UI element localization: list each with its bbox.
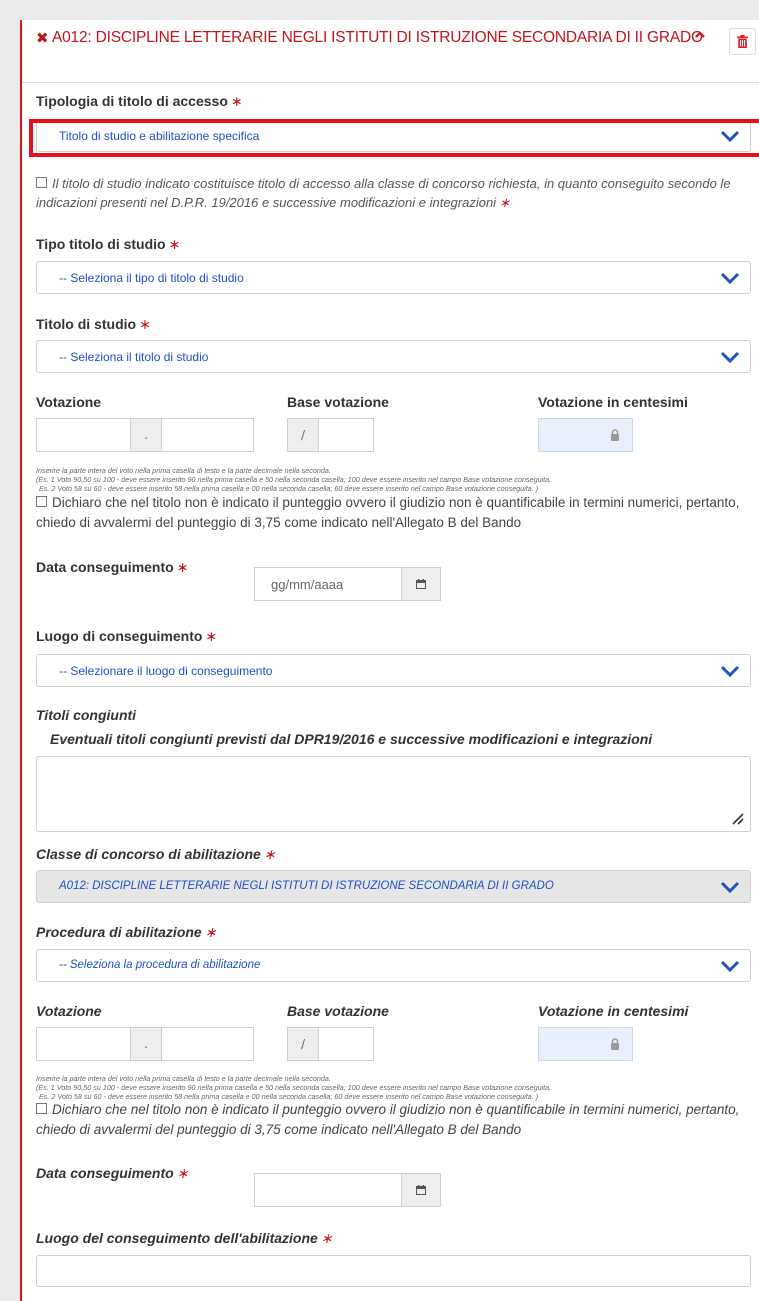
vote2-decimal-input[interactable] (161, 1027, 254, 1061)
trash-icon (737, 35, 748, 48)
procedure-label: Procedura di abilitazione ∗ (36, 924, 217, 940)
joint-titles-sublabel: Eventuali titoli congiunti previsti dal … (50, 731, 653, 747)
vote2-base-input[interactable] (318, 1027, 374, 1061)
date2-input[interactable] (254, 1173, 402, 1207)
chevron-up-icon[interactable] (694, 29, 706, 41)
no-score-checkbox[interactable]: Dichiaro che nel titolo non è indicato i… (36, 493, 751, 533)
class-select[interactable]: A012: DISCIPLINE LETTERARIE NEGLI ISTITU… (36, 870, 751, 903)
class-label: Classe di concorso di abilitazione ∗ (36, 846, 276, 862)
vote2-hundredths-label: Votazione in centesimi (538, 1003, 689, 1019)
required-mark: ∗ (139, 316, 151, 332)
lock-icon (611, 1038, 619, 1050)
vote2-hundredths-field (538, 1027, 633, 1061)
date2-label: Data conseguimento ∗ (36, 1165, 189, 1181)
class-card: ✖ A012: DISCIPLINE LETTERARIE NEGLI ISTI… (20, 20, 759, 1301)
delete-button[interactable] (729, 28, 756, 55)
place-select[interactable]: -- Selezionare il luogo di conseguimento (36, 654, 751, 687)
close-icon[interactable]: ✖ (36, 29, 49, 47)
checkbox-icon[interactable] (36, 1103, 47, 1114)
slash-separator: / (287, 1027, 319, 1061)
checkbox-icon[interactable] (36, 177, 47, 188)
chevron-down-icon (720, 665, 740, 678)
no-score-checkbox-2[interactable]: Dichiaro che nel titolo non è indicato i… (36, 1100, 751, 1140)
required-mark: ∗ (176, 1165, 189, 1181)
joint-titles-label: Titoli congiunti (36, 707, 137, 723)
calendar-button[interactable] (401, 567, 441, 601)
vote2-integer-input[interactable] (36, 1027, 131, 1061)
resize-handle-icon[interactable] (730, 811, 744, 825)
required-mark: ∗ (230, 93, 243, 109)
chevron-down-icon (720, 351, 740, 364)
checkbox-icon[interactable] (36, 496, 47, 507)
slash-separator: / (287, 418, 319, 452)
vote-base-input[interactable] (318, 418, 374, 452)
card-header: ✖ A012: DISCIPLINE LETTERARIE NEGLI ISTI… (22, 20, 759, 83)
vote2-help-text: Inserire la parte intera del voto nella … (36, 1074, 552, 1101)
decimal-separator: . (130, 418, 162, 452)
highlight-frame (29, 119, 759, 157)
vote2-label: Votazione (36, 1003, 102, 1019)
calendar-button-2[interactable] (401, 1173, 441, 1207)
joint-titles-textarea[interactable] (36, 756, 751, 832)
procedure-select[interactable]: -- Seleziona la procedura di abilitazion… (36, 949, 751, 982)
place-label: Luogo di conseguimento ∗ (36, 628, 218, 644)
chevron-down-icon (720, 272, 740, 285)
vote2-base-label: Base votazione (287, 1003, 389, 1019)
vote-integer-input[interactable] (36, 418, 131, 452)
required-mark: ∗ (320, 1230, 333, 1246)
study-type-label: Tipo titolo di studio ∗ (36, 236, 181, 252)
decimal-separator: . (130, 1027, 162, 1061)
calendar-icon (416, 1185, 426, 1195)
calendar-icon (416, 579, 426, 589)
required-mark: ∗ (176, 559, 189, 575)
abilitation-place-input[interactable] (36, 1255, 751, 1287)
study-title-label: Titolo di studio ∗ (36, 316, 151, 332)
required-mark: ∗ (168, 236, 181, 252)
chevron-down-icon (720, 881, 740, 894)
vote-decimal-input[interactable] (161, 418, 254, 452)
vote-hundredths-field (538, 418, 633, 452)
required-mark: ∗ (205, 628, 218, 644)
required-mark: ∗ (263, 846, 276, 862)
vote-base-label: Base votazione (287, 394, 389, 410)
vote-hundredths-label: Votazione in centesimi (538, 394, 688, 410)
abilitation-place-label: Luogo del conseguimento dell'abilitazion… (36, 1230, 333, 1246)
vote-help-text: Inserire la parte intera del voto nella … (36, 466, 552, 493)
vote-label: Votazione (36, 394, 102, 410)
study-title-select[interactable]: -- Seleziona il titolo di studio (36, 340, 751, 373)
required-mark: ∗ (499, 195, 510, 210)
access-type-label: Tipologia di titolo di accesso ∗ (36, 93, 243, 109)
chevron-down-icon (720, 960, 740, 973)
lock-icon (611, 429, 619, 441)
date-label: Data conseguimento ∗ (36, 559, 189, 575)
required-mark: ∗ (204, 924, 217, 940)
study-type-select[interactable]: -- Seleziona il tipo di titolo di studio (36, 261, 751, 294)
date-input[interactable]: gg/mm/aaaa (254, 567, 402, 601)
access-title-checkbox[interactable]: Il titolo di studio indicato costituisce… (36, 174, 751, 212)
card-title: A012: DISCIPLINE LETTERARIE NEGLI ISTITU… (52, 29, 703, 46)
